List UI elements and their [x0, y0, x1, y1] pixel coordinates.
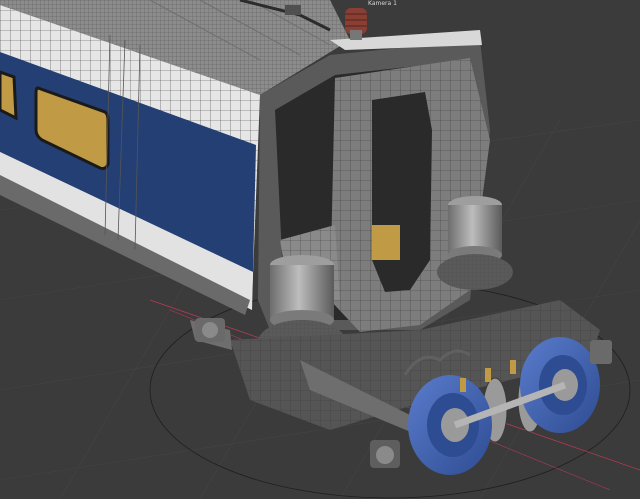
- window: [0, 70, 18, 121]
- wheel-front-left: [408, 375, 492, 475]
- camera-object[interactable]: [285, 5, 301, 15]
- 3d-viewport[interactable]: Kamera 1: [0, 0, 640, 499]
- air-spring-rear: [437, 196, 513, 290]
- roof-insulator: [345, 8, 367, 40]
- camera-label: Kamera 1: [368, 0, 397, 7]
- scene-render[interactable]: [0, 0, 640, 499]
- inner-box: [372, 225, 400, 260]
